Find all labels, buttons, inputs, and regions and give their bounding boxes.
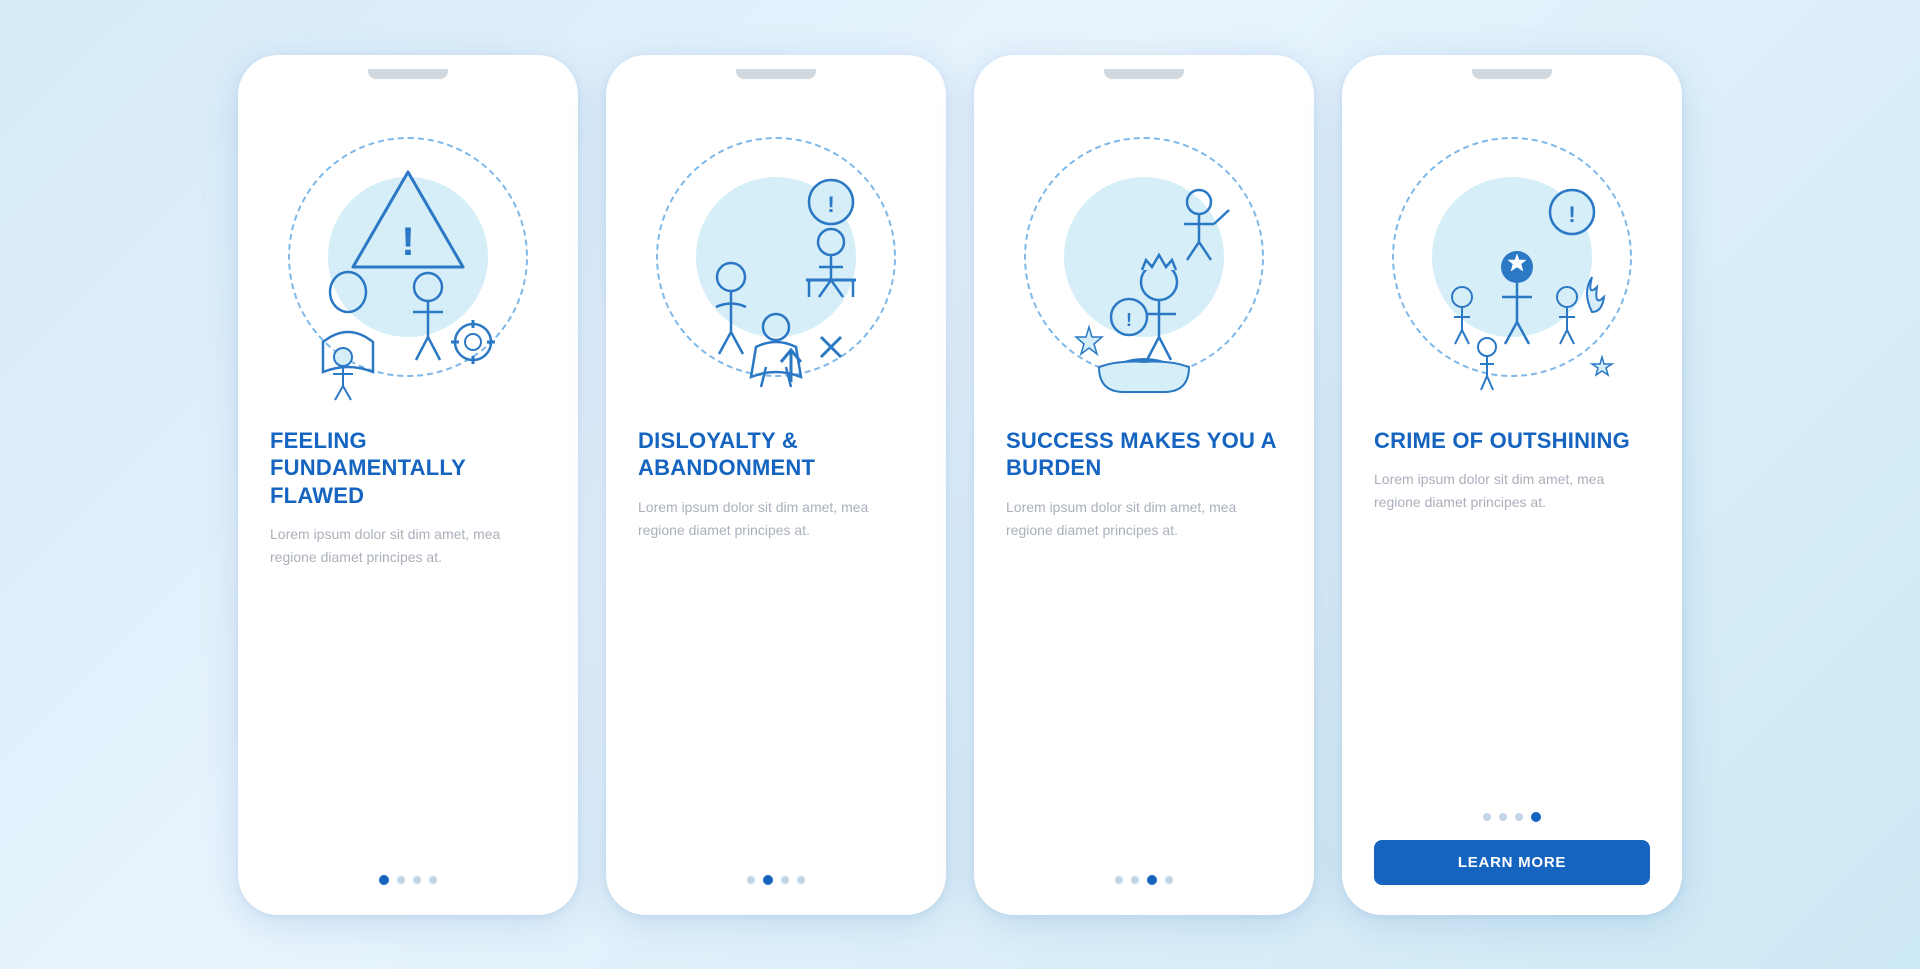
dot-4-2 xyxy=(1499,813,1507,821)
card-1-body: Lorem ipsum dolor sit dim amet, mea regi… xyxy=(238,509,578,569)
dot-1-3 xyxy=(413,876,421,884)
cards-container: ! xyxy=(198,15,1722,955)
dot-2-3 xyxy=(781,876,789,884)
card-1-title: FEELING FUNDAMENTALLY FLAWED xyxy=(238,427,578,510)
card-3-body: Lorem ipsum dolor sit dim amet, mea regi… xyxy=(974,482,1314,542)
dot-3-3 xyxy=(1147,875,1157,885)
card-4-title: CRIME OF OUTSHINING xyxy=(1342,427,1682,455)
dot-3-4 xyxy=(1165,876,1173,884)
dot-1-2 xyxy=(397,876,405,884)
card-4-body: Lorem ipsum dolor sit dim amet, mea regi… xyxy=(1342,454,1682,514)
phone-notch-4 xyxy=(1472,69,1552,79)
illustration-3: ! xyxy=(1004,97,1284,417)
illustration-4: ! xyxy=(1372,97,1652,417)
learn-more-button[interactable]: LEARN MORE xyxy=(1374,840,1650,885)
phone-card-4: ! xyxy=(1342,55,1682,915)
dot-1-1 xyxy=(379,875,389,885)
svg-text:!: ! xyxy=(1568,202,1575,227)
svg-text:!: ! xyxy=(827,192,834,217)
phone-notch-2 xyxy=(736,69,816,79)
phone-notch-3 xyxy=(1104,69,1184,79)
svg-text:!: ! xyxy=(1126,310,1132,330)
phone-card-1: ! xyxy=(238,55,578,915)
phone-notch xyxy=(368,69,448,79)
illustration-2: ! xyxy=(636,97,916,417)
card-3-title: SUCCESS MAKES YOU A BURDEN xyxy=(974,427,1314,482)
dot-2-2 xyxy=(763,875,773,885)
card-1-dots xyxy=(238,853,578,885)
card-2-body: Lorem ipsum dolor sit dim amet, mea regi… xyxy=(606,482,946,542)
dot-4-3 xyxy=(1515,813,1523,821)
dot-2-1 xyxy=(747,876,755,884)
phone-card-2: ! xyxy=(606,55,946,915)
dot-4-4 xyxy=(1531,812,1541,822)
svg-text:!: ! xyxy=(401,220,414,264)
phone-card-3: ! SUCCESS MAKES YOU A BURDEN Lorem ipsum… xyxy=(974,55,1314,915)
illustration-1: ! xyxy=(268,97,548,417)
card-4-dots xyxy=(1342,790,1682,822)
dot-4-1 xyxy=(1483,813,1491,821)
dot-3-2 xyxy=(1131,876,1139,884)
dot-3-1 xyxy=(1115,876,1123,884)
dot-1-4 xyxy=(429,876,437,884)
card-2-dots xyxy=(606,853,946,885)
card-3-dots xyxy=(974,853,1314,885)
card-2-title: DISLOYALTY & ABANDONMENT xyxy=(606,427,946,482)
dot-2-4 xyxy=(797,876,805,884)
